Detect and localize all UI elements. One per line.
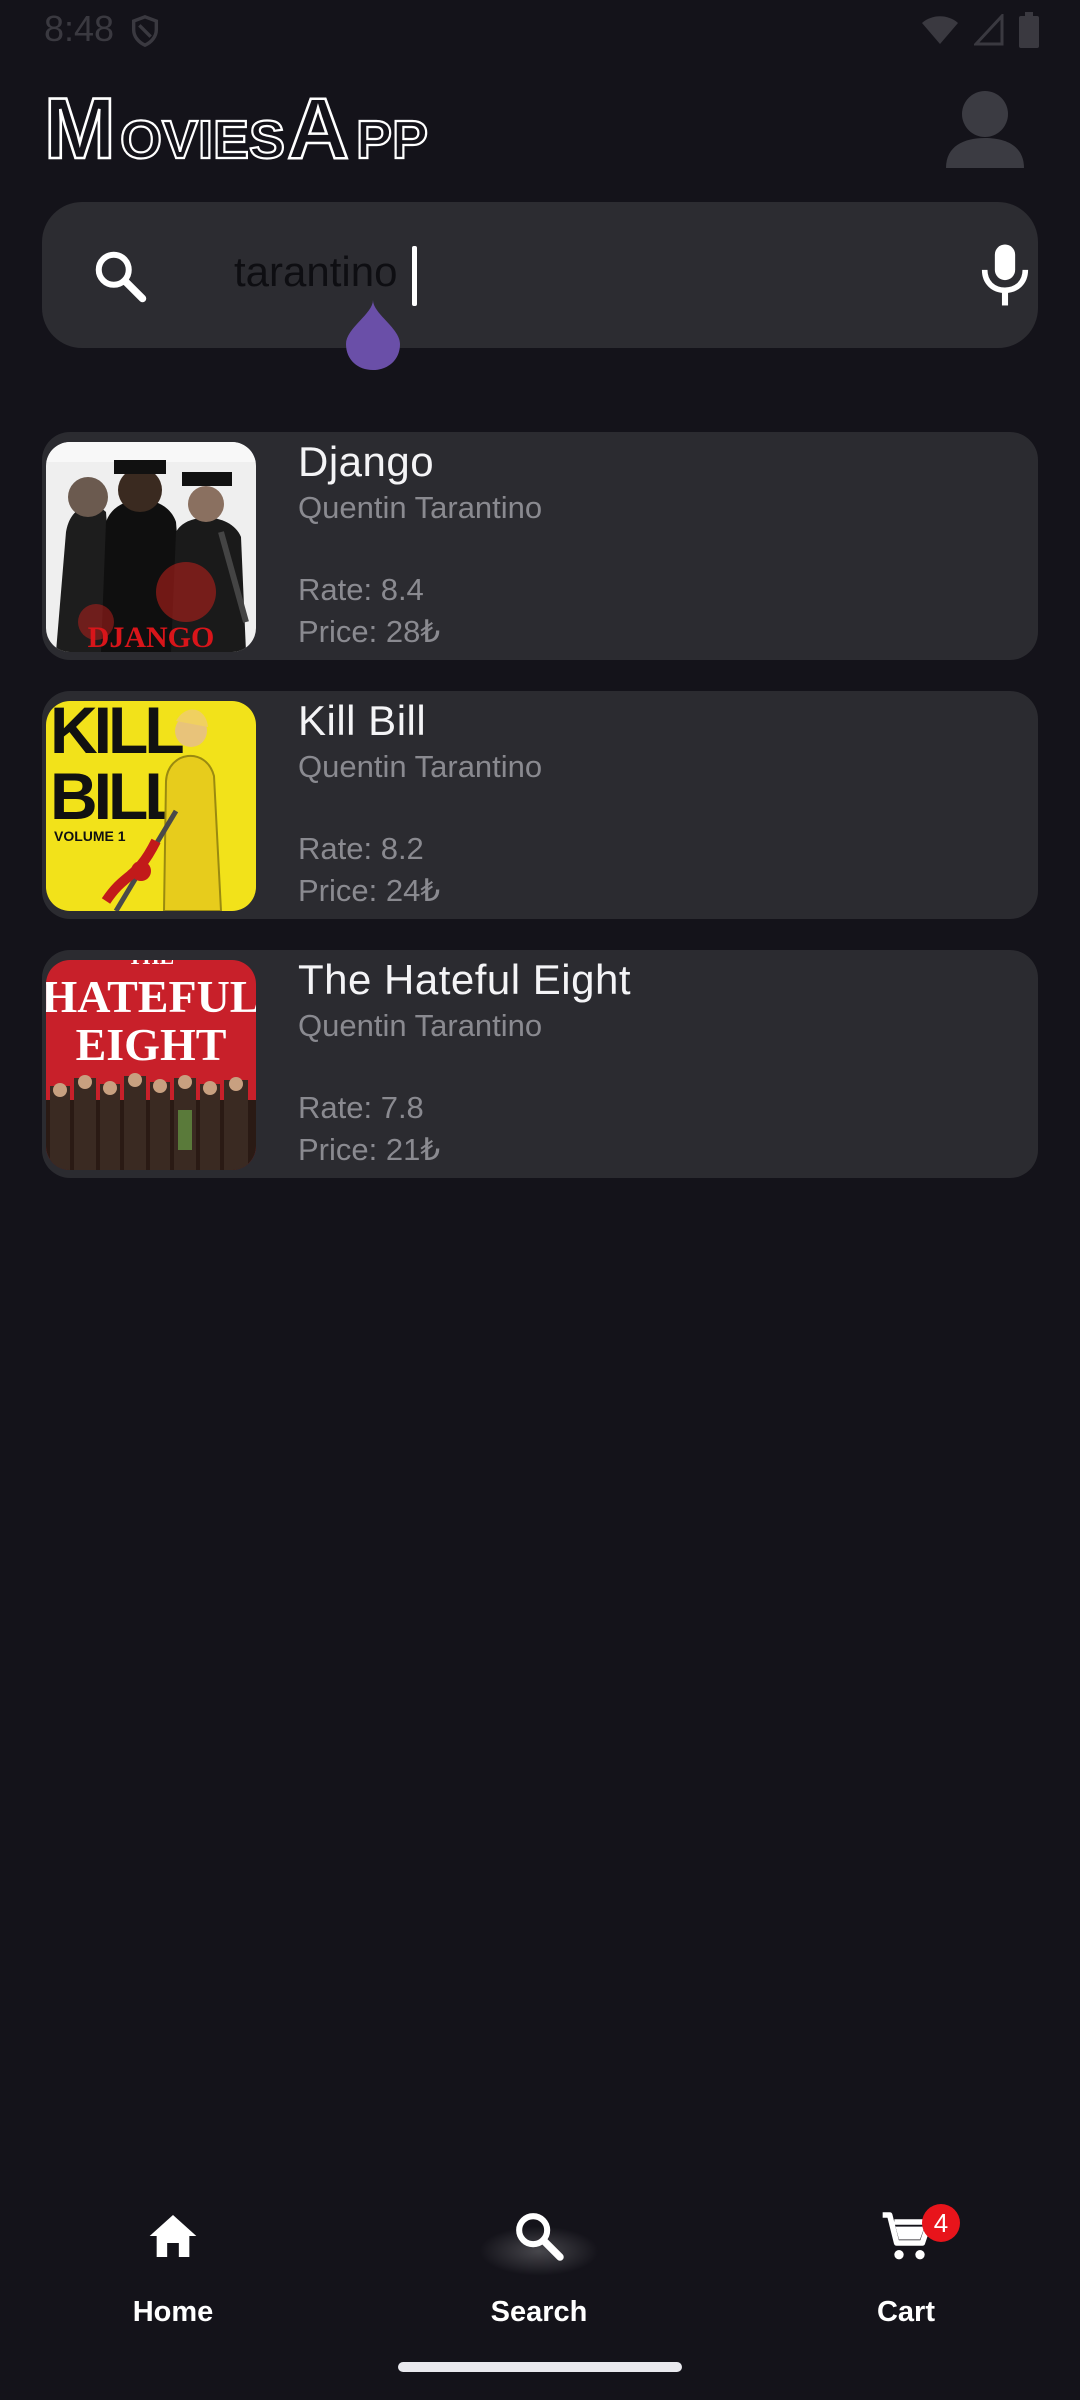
profile-avatar-icon[interactable]	[940, 84, 1030, 174]
search-icon	[516, 2213, 564, 2261]
text-cursor	[412, 246, 417, 306]
svg-text:M: M	[44, 81, 114, 168]
wifi-icon	[922, 16, 958, 44]
movie-poster-django: DJANGO	[46, 442, 256, 652]
status-icons	[920, 12, 1040, 48]
movie-poster-hateful-eight: THE HATEFUL EIGHT	[46, 960, 256, 1170]
svg-text:A: A	[287, 81, 349, 168]
status-bar: 8:48	[0, 0, 1080, 60]
shield-icon	[131, 15, 159, 48]
movie-rate: Rate: 8.2	[298, 831, 424, 866]
signal-icon	[974, 14, 1004, 46]
nav-item-search[interactable]: Search	[439, 2180, 639, 2340]
movie-list: DJANGO Django Quentin Tarantino Rate: 8.…	[42, 432, 1038, 1209]
nav-item-home[interactable]: Home	[73, 2180, 273, 2340]
svg-text:HATEFUL: HATEFUL	[46, 971, 256, 1022]
movie-price: Price: 28₺	[298, 614, 441, 649]
movie-director: Quentin Tarantino	[298, 1008, 543, 1043]
nav-label-search: Search	[490, 2296, 588, 2328]
search-screen: 8:48 M OVIES A PP tarantino DJANGO Djang…	[0, 0, 1080, 2400]
search-input[interactable]: tarantino	[234, 248, 397, 296]
svg-text:EIGHT: EIGHT	[76, 1019, 227, 1070]
status-time: 8:48	[44, 8, 115, 49]
cart-count-badge: 4	[922, 2204, 960, 2242]
nav-item-cart[interactable]: 4 Cart	[806, 2180, 1006, 2340]
movie-poster-kill-bill: KILL BILL VOLUME 1	[46, 701, 256, 911]
movie-director: Quentin Tarantino	[298, 749, 543, 784]
movie-price: Price: 21₺	[298, 1132, 441, 1167]
home-icon	[149, 2215, 197, 2257]
search-icon	[95, 251, 147, 303]
search-bar[interactable]: tarantino	[42, 202, 1038, 348]
movie-card[interactable]: DJANGO Django Quentin Tarantino Rate: 8.…	[42, 432, 1038, 660]
svg-text:OVIES: OVIES	[120, 110, 285, 168]
microphone-icon[interactable]	[974, 242, 1036, 308]
nav-label-cart: Cart	[876, 2296, 935, 2328]
svg-text:KILL: KILL	[50, 701, 183, 767]
movie-rate: Rate: 7.8	[298, 1090, 424, 1125]
movie-rate: Rate: 8.4	[298, 572, 424, 607]
text-selection-handle[interactable]	[346, 300, 400, 372]
svg-text:DJANGO: DJANGO	[88, 621, 215, 652]
svg-text:THE: THE	[128, 960, 174, 969]
svg-text:PP: PP	[356, 110, 428, 168]
svg-text:BILL: BILL	[50, 759, 183, 833]
movie-director: Quentin Tarantino	[298, 490, 543, 525]
movie-title: Django	[298, 438, 435, 485]
movie-price: Price: 24₺	[298, 873, 441, 908]
movie-card[interactable]: KILL BILL VOLUME 1 Kill Bill Quentin Tar…	[42, 691, 1038, 919]
bottom-navigation: Home Search 4 Cart	[0, 2180, 1080, 2340]
nav-label-home: Home	[132, 2296, 214, 2328]
app-logo: M OVIES A PP	[44, 80, 429, 168]
svg-text:VOLUME 1: VOLUME 1	[54, 828, 126, 844]
gesture-home-indicator[interactable]	[398, 2362, 682, 2372]
battery-icon	[1019, 12, 1039, 48]
movie-title: The Hateful Eight	[298, 956, 632, 1003]
movie-title: Kill Bill	[298, 697, 427, 744]
movie-card[interactable]: THE HATEFUL EIGHT	[42, 950, 1038, 1178]
